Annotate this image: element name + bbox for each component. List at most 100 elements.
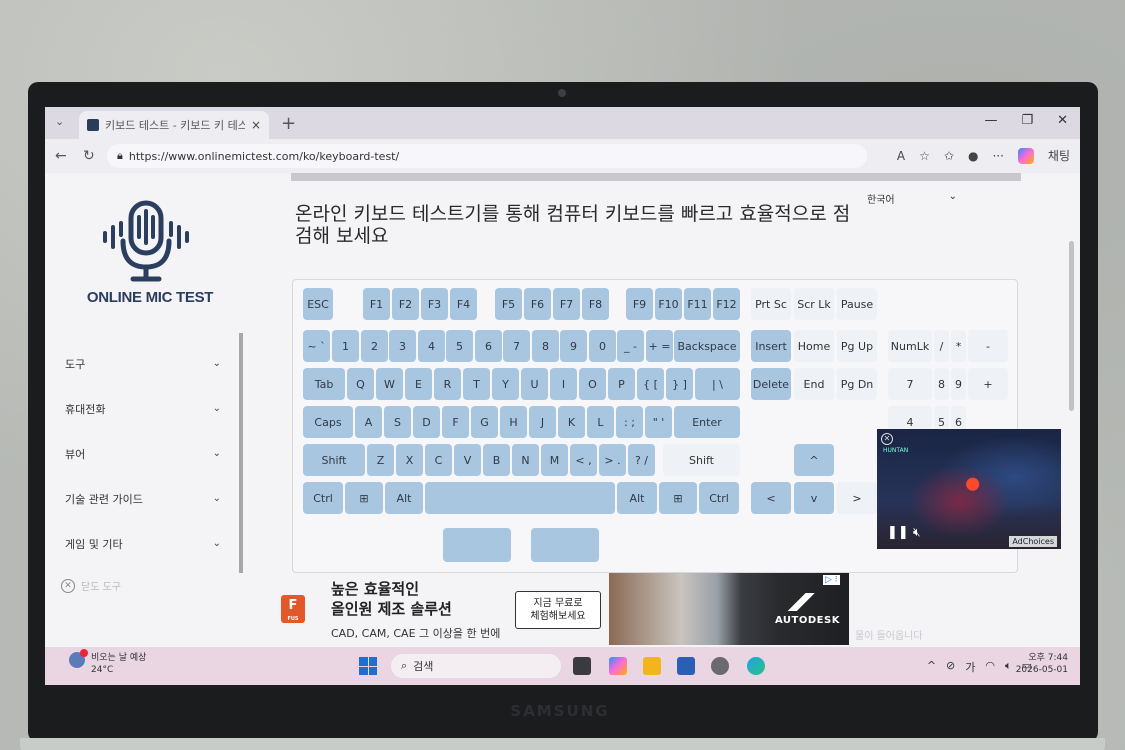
key-7[interactable]: 7 bbox=[888, 368, 932, 400]
key-symbol[interactable]: < bbox=[751, 482, 791, 514]
key-v[interactable]: V bbox=[454, 444, 481, 476]
mouse-right-button[interactable] bbox=[531, 528, 599, 562]
key-d[interactable]: D bbox=[413, 406, 440, 438]
tray-overflow-icon[interactable]: ^ bbox=[927, 659, 936, 675]
adchoices-badge[interactable]: AdChoices bbox=[1009, 536, 1057, 547]
key-u[interactable]: U bbox=[521, 368, 548, 400]
key-3[interactable]: 3 bbox=[389, 330, 416, 362]
key-backspace[interactable]: Backspace bbox=[674, 330, 740, 362]
more-icon[interactable]: ··· bbox=[992, 149, 1003, 163]
mouse-left-button[interactable] bbox=[443, 528, 511, 562]
start-button-icon[interactable] bbox=[359, 657, 377, 675]
key-alt[interactable]: Alt bbox=[385, 482, 423, 514]
key-z[interactable]: Z bbox=[367, 444, 394, 476]
key-f7[interactable]: F7 bbox=[553, 288, 580, 320]
key-6[interactable]: 6 bbox=[475, 330, 502, 362]
pause-icon[interactable]: ❚❚ bbox=[887, 525, 909, 540]
key-esc[interactable]: ESC bbox=[303, 288, 333, 320]
wifi-icon[interactable]: ◠ bbox=[985, 659, 995, 675]
profile-icon[interactable]: ● bbox=[968, 149, 978, 163]
key-4[interactable]: 4 bbox=[418, 330, 445, 362]
key-9[interactable]: 9 bbox=[560, 330, 587, 362]
key-5[interactable]: 5 bbox=[446, 330, 473, 362]
site-logo-text[interactable]: ONLINE MIC TEST bbox=[85, 289, 215, 306]
key-p[interactable]: P bbox=[608, 368, 635, 400]
key-e[interactable]: E bbox=[405, 368, 432, 400]
sidebar-item-mobile[interactable]: 휴대전화 ⌄ bbox=[57, 386, 227, 431]
key-2[interactable]: 2 bbox=[361, 330, 388, 362]
key-symbol[interactable]: + = bbox=[646, 330, 673, 362]
favorite-star-icon[interactable]: ☆ bbox=[919, 149, 930, 163]
banner-ad[interactable]: F FUS 높은 효율적인 올인원 제조 솔루션 CAD, CAM, CAE 그… bbox=[275, 573, 855, 647]
key-t[interactable]: T bbox=[463, 368, 490, 400]
key-symbol[interactable]: " ' bbox=[645, 406, 672, 438]
key-f6[interactable]: F6 bbox=[524, 288, 551, 320]
key-symbol[interactable]: ⊞ bbox=[659, 482, 697, 514]
key-numlk[interactable]: NumLk bbox=[888, 330, 932, 362]
key-home[interactable]: Home bbox=[794, 330, 834, 362]
key-alt[interactable]: Alt bbox=[617, 482, 657, 514]
key-ctrl[interactable]: Ctrl bbox=[303, 482, 343, 514]
key-symbol[interactable]: ^ bbox=[794, 444, 834, 476]
close-sidebar-icon[interactable]: ✕ bbox=[61, 579, 75, 593]
key-tab[interactable]: Tab bbox=[303, 368, 345, 400]
key-symbol[interactable]: > bbox=[837, 482, 877, 514]
key-f5[interactable]: F5 bbox=[495, 288, 522, 320]
key-prt-sc[interactable]: Prt Sc bbox=[751, 288, 791, 320]
key-f[interactable]: F bbox=[442, 406, 469, 438]
volume-icon[interactable]: 🔈︎ bbox=[1005, 659, 1012, 675]
key-i[interactable]: I bbox=[550, 368, 577, 400]
close-video-icon[interactable]: ✕ bbox=[881, 433, 893, 445]
key-g[interactable]: G bbox=[471, 406, 498, 438]
key-n[interactable]: N bbox=[512, 444, 539, 476]
key-symbol[interactable]: : ; bbox=[616, 406, 643, 438]
key-o[interactable]: O bbox=[579, 368, 606, 400]
mute-icon[interactable]: 🔇︎ bbox=[913, 525, 921, 540]
key-7[interactable]: 7 bbox=[503, 330, 530, 362]
key-ctrl[interactable]: Ctrl bbox=[699, 482, 739, 514]
ime-indicator[interactable]: 가 bbox=[965, 659, 975, 675]
key-c[interactable]: C bbox=[425, 444, 452, 476]
key-symbol[interactable]: > . bbox=[599, 444, 626, 476]
restore-icon[interactable]: ❐ bbox=[1021, 113, 1033, 128]
key-end[interactable]: End bbox=[794, 368, 834, 400]
key-symbol[interactable]: + bbox=[968, 368, 1008, 400]
minimize-icon[interactable]: — bbox=[984, 113, 997, 128]
refresh-icon[interactable]: ↻ bbox=[83, 148, 95, 164]
vertical-scrollbar[interactable] bbox=[1069, 241, 1074, 411]
sidebar-item-tools[interactable]: 도구 ⌄ bbox=[57, 341, 227, 386]
key-symbol[interactable]: ~ ` bbox=[303, 330, 330, 362]
key-m[interactable]: M bbox=[541, 444, 568, 476]
read-aloud-icon[interactable]: A bbox=[897, 149, 905, 163]
key-h[interactable]: H bbox=[500, 406, 527, 438]
key-f10[interactable]: F10 bbox=[655, 288, 682, 320]
copilot-icon[interactable] bbox=[1017, 147, 1034, 164]
key-b[interactable]: B bbox=[483, 444, 510, 476]
key-insert[interactable]: Insert bbox=[751, 330, 791, 362]
settings-gear-icon[interactable] bbox=[711, 657, 729, 675]
key-symbol[interactable]: * bbox=[951, 330, 966, 362]
key-shift[interactable]: Shift bbox=[303, 444, 365, 476]
browser-tab[interactable]: 키보드 테스트 - 키보드 키 테스트 × bbox=[79, 111, 269, 139]
key-1[interactable]: 1 bbox=[332, 330, 359, 362]
tab-close-icon[interactable]: × bbox=[251, 118, 261, 132]
address-bar[interactable]: 🔒︎ https://www.onlinemictest.com/ko/keyb… bbox=[107, 144, 867, 168]
key-l[interactable]: L bbox=[587, 406, 614, 438]
key-symbol[interactable]: { [ bbox=[637, 368, 664, 400]
taskbar-search[interactable]: ⌕ 검색 bbox=[391, 654, 561, 678]
sidebar-item-viewer[interactable]: 뷰어 ⌄ bbox=[57, 431, 227, 476]
copilot-label[interactable]: 채팅 bbox=[1048, 147, 1070, 164]
back-icon[interactable]: ← bbox=[55, 148, 67, 164]
key-f11[interactable]: F11 bbox=[684, 288, 711, 320]
sidebar-item-games[interactable]: 게임 및 기타 ⌄ bbox=[57, 521, 227, 566]
key-f8[interactable]: F8 bbox=[582, 288, 609, 320]
key-symbol[interactable]: ? / bbox=[628, 444, 655, 476]
key-pg-up[interactable]: Pg Up bbox=[837, 330, 877, 362]
key-f1[interactable]: F1 bbox=[363, 288, 390, 320]
close-sidebar-label[interactable]: 닫도 도구 bbox=[81, 578, 121, 593]
edge-browser-icon[interactable] bbox=[747, 657, 765, 675]
key-symbol[interactable]: < , bbox=[570, 444, 597, 476]
key-r[interactable]: R bbox=[434, 368, 461, 400]
key-s[interactable]: S bbox=[384, 406, 411, 438]
new-tab-button[interactable]: + bbox=[281, 113, 296, 134]
